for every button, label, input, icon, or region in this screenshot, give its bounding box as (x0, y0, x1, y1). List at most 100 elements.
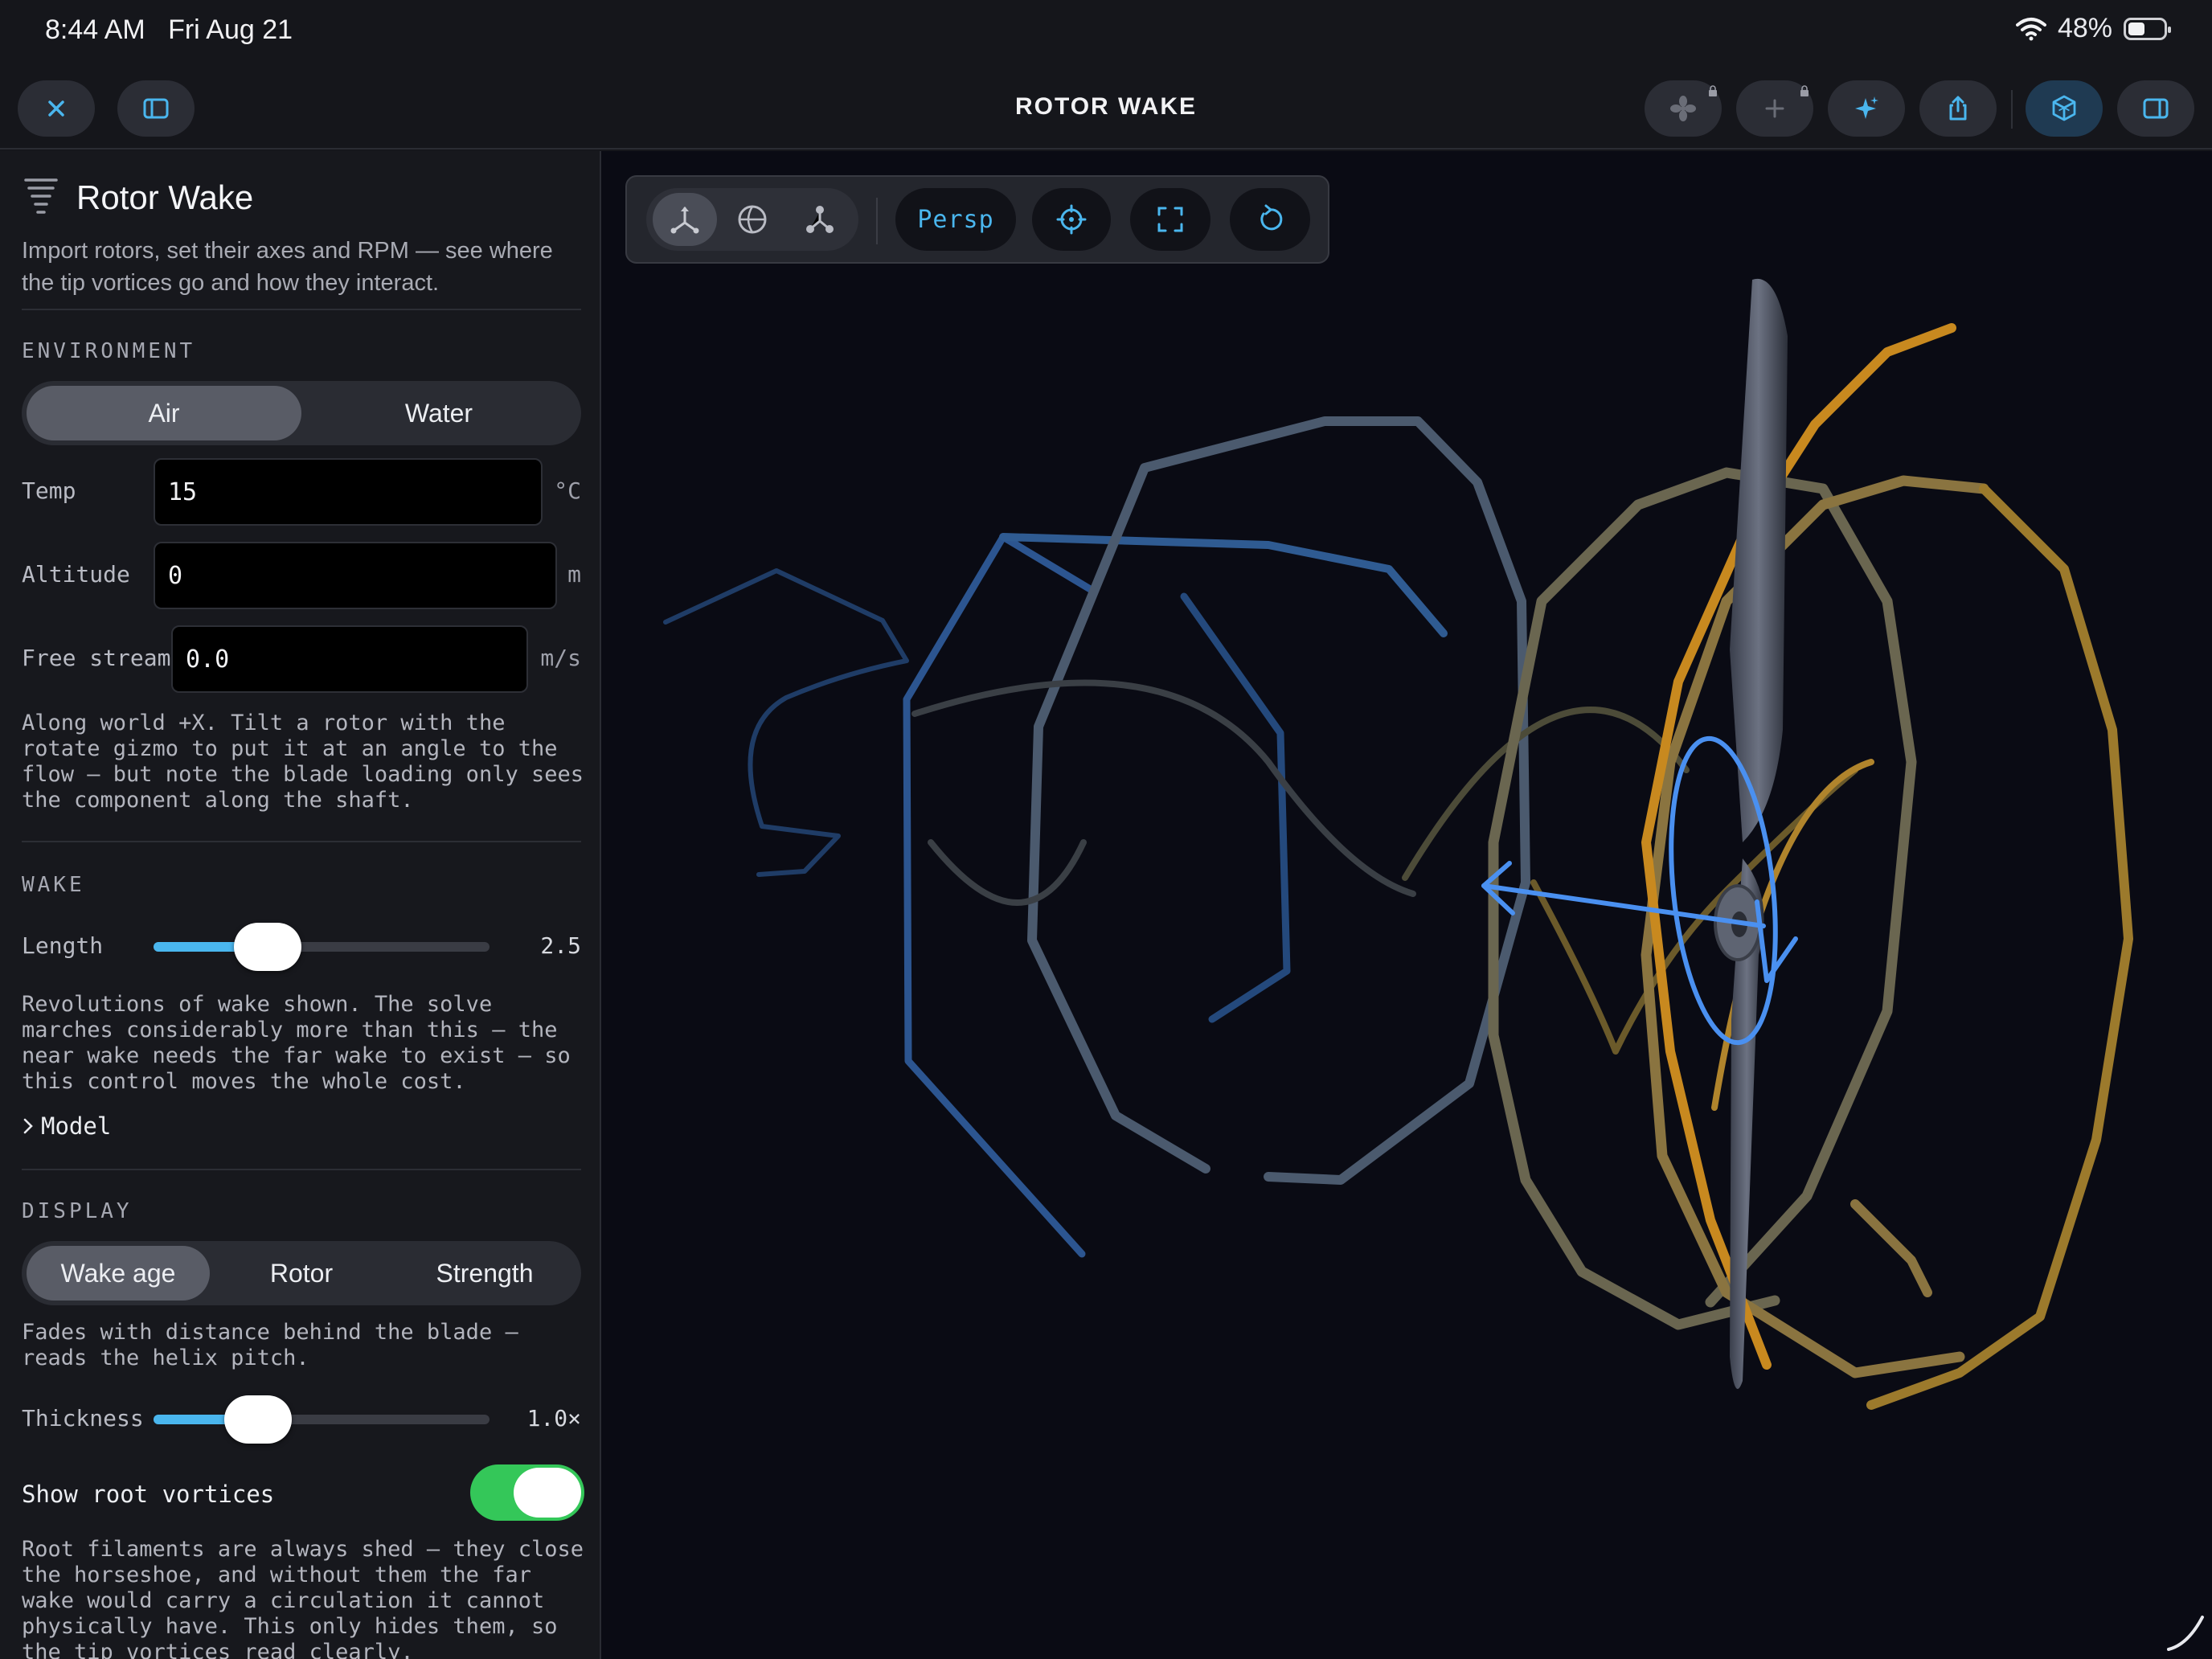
display-option-strength[interactable]: Strength (393, 1246, 576, 1301)
altitude-label: Altitude (22, 561, 130, 588)
free-stream-row: Free stream m/s (22, 625, 581, 693)
fit-view-button[interactable] (1130, 188, 1210, 251)
mid-wake-root (928, 839, 1087, 906)
far-wake-helix (999, 533, 1448, 637)
display-option-wake-age[interactable]: Wake age (27, 1246, 210, 1301)
plus-icon (1765, 99, 1784, 118)
add-rotor-button[interactable] (1645, 80, 1722, 137)
share-icon (1949, 96, 1967, 121)
root-vortices-toggle[interactable] (470, 1464, 584, 1521)
divider (22, 841, 581, 842)
gizmo-mode-group[interactable] (646, 188, 858, 251)
environment-segmented-control[interactable]: Air Water (22, 381, 581, 445)
focus-selection-button[interactable] (1032, 188, 1111, 251)
inspector-icon (2143, 98, 2169, 119)
environment-section-title: ENVIRONMENT (22, 339, 196, 363)
thickness-slider-knob[interactable] (223, 1395, 292, 1444)
add-button[interactable] (1736, 80, 1813, 137)
divider (22, 309, 581, 310)
reset-view-button[interactable] (1230, 188, 1310, 251)
battery-percent: 48% (2057, 13, 2112, 43)
root-vortices-label: Show root vortices (22, 1481, 275, 1508)
rotate-gizmo-button[interactable] (720, 193, 784, 246)
toggle-knob (514, 1468, 581, 1518)
lock-icon (1800, 85, 1809, 96)
mid-wake-root (911, 679, 1416, 897)
thickness-value: 1.0× (526, 1405, 581, 1432)
display-help: Fades with distance behind the blade — r… (22, 1320, 518, 1370)
move-axes-icon (670, 207, 699, 234)
wake-length-slider[interactable] (154, 923, 490, 971)
top-toolbar: ROTOR WAKE (0, 72, 2212, 150)
wifi-icon (2015, 17, 2046, 40)
wake-length-slider-knob[interactable] (234, 923, 302, 971)
scale-gizmo-button[interactable] (788, 193, 852, 246)
panel-subtitle: Import rotors, set their axes and RPM — … (22, 238, 553, 296)
altitude-unit: m (567, 561, 581, 588)
cube-icon (2052, 95, 2076, 121)
display-segmented-control[interactable]: Wake age Rotor Strength (22, 1241, 581, 1305)
tornado-icon (24, 178, 58, 214)
toolbar-divider (876, 198, 878, 244)
viewport-toolbar: Persp (625, 175, 1329, 264)
projection-label: Persp (917, 205, 994, 234)
battery-icon (2124, 17, 2171, 40)
display-section-title: DISPLAY (22, 1199, 133, 1223)
altitude-input[interactable] (154, 542, 557, 609)
env-option-air[interactable]: Air (27, 386, 301, 440)
sparkle-icon (1855, 96, 1878, 119)
settings-sidebar[interactable]: Rotor Wake Import rotors, set their axes… (0, 151, 601, 1659)
share-button[interactable] (1919, 80, 1997, 137)
free-stream-label: Free stream (22, 645, 171, 671)
3d-viewport[interactable]: Persp (601, 151, 2212, 1659)
wake-length-help: Revolutions of wake shown. The solve mar… (22, 992, 571, 1094)
chevron-right-icon (23, 1118, 33, 1134)
sphere-icon (738, 205, 767, 234)
panel-title: Rotor Wake (76, 178, 254, 216)
near-wake-tip (1850, 1199, 1932, 1297)
thickness-slider[interactable] (154, 1395, 490, 1444)
expand-icon (1157, 207, 1183, 232)
free-stream-unit: m/s (540, 645, 581, 671)
free-stream-help: Along world +X. Tilt a rotor with the ro… (22, 711, 584, 813)
status-bar: 8:44 AM Fri Aug 21 48% (0, 0, 2212, 64)
magic-button[interactable] (1828, 80, 1905, 137)
far-wake-loop (1180, 592, 1291, 1023)
status-right: 48% (2015, 13, 2171, 44)
thickness-slider-row: Thickness 1.0× (22, 1394, 581, 1444)
wake-scene[interactable] (601, 151, 2212, 1659)
far-wake-filament (663, 568, 909, 877)
toolbar-divider (2011, 90, 2013, 129)
move-gizmo-button[interactable] (653, 193, 717, 246)
3d-view-button[interactable] (2026, 80, 2103, 137)
model-disclosure[interactable]: Model (22, 1112, 111, 1140)
status-time: 8:44 AM Fri Aug 21 (45, 14, 293, 45)
altitude-row: Altitude m (22, 542, 581, 609)
temp-row: Temp °C (22, 458, 581, 526)
wake-length-value: 2.5 (540, 932, 581, 959)
thickness-label: Thickness (22, 1405, 144, 1432)
divider (22, 1169, 581, 1170)
env-option-water[interactable]: Water (301, 386, 576, 440)
wake-length-slider-row: Length 2.5 (22, 921, 581, 971)
nodes-icon (806, 206, 834, 233)
pencil-indicator-icon (2167, 1616, 2204, 1651)
free-stream-input[interactable] (171, 625, 528, 693)
wake-length-label: Length (22, 932, 104, 959)
fan-icon (1670, 96, 1696, 121)
temp-unit: °C (554, 477, 581, 504)
temp-input[interactable] (154, 458, 543, 526)
wake-section-title: WAKE (22, 873, 85, 897)
rotor-blade-upper (1730, 278, 1788, 842)
temp-label: Temp (22, 477, 76, 504)
inspector-toggle-button[interactable] (2117, 80, 2194, 137)
reset-icon (1260, 204, 1283, 231)
root-vortices-row: Show root vortices (22, 1464, 584, 1522)
model-label: Model (41, 1112, 112, 1140)
root-vortices-help: Root filaments are always shed — they cl… (22, 1537, 584, 1659)
lock-icon (1709, 85, 1717, 96)
display-option-rotor[interactable]: Rotor (210, 1246, 393, 1301)
crosshair-icon (1056, 204, 1087, 235)
far-wake-helix (903, 533, 1096, 1258)
projection-toggle-button[interactable]: Persp (895, 188, 1016, 251)
